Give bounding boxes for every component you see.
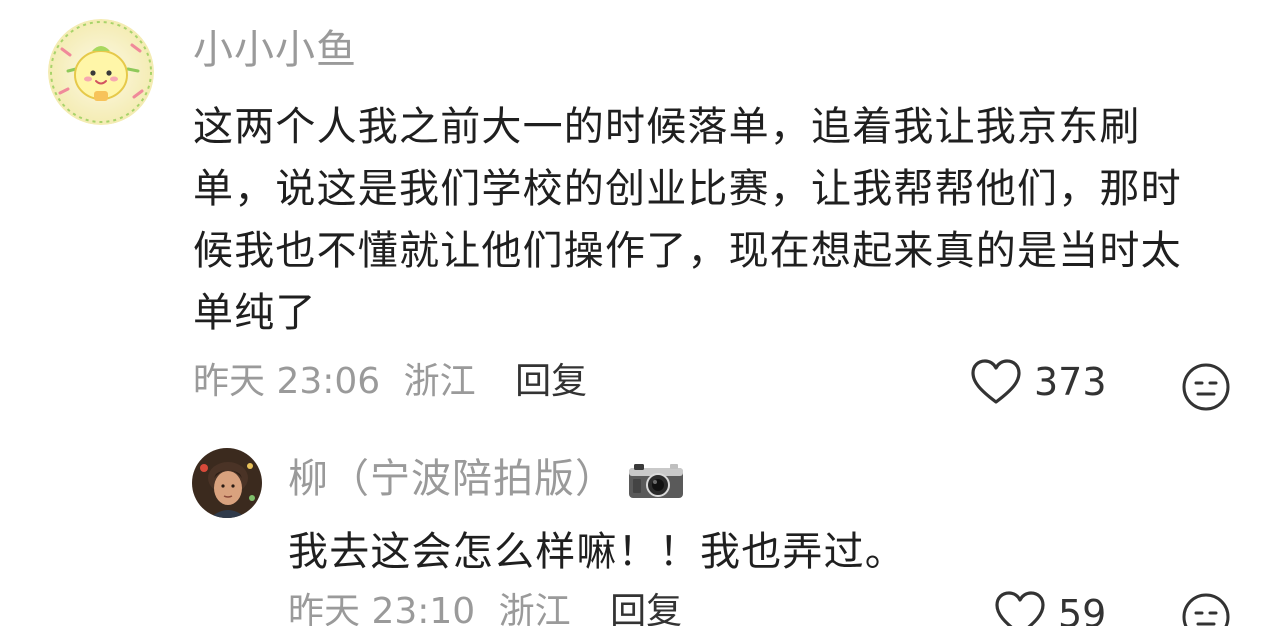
- reply-button[interactable]: 回复: [515, 361, 587, 402]
- heart-icon[interactable]: [970, 358, 1022, 406]
- comment-line: 单纯了: [193, 290, 317, 336]
- reply-meta: 昨天 23:10 浙江 回复: [288, 590, 682, 626]
- comment-line: 候我也不懂就让他们操作了，现在想起来真的是当时太: [193, 228, 1182, 274]
- comment-location: 浙江: [403, 361, 476, 402]
- meh-face-icon[interactable]: [1181, 592, 1231, 626]
- meh-face-icon[interactable]: [1181, 362, 1231, 412]
- reply-body: 我去这会怎么样嘛！！我也弄过。: [288, 529, 906, 575]
- comment-line: 单，说这是我们学校的创业比赛，让我帮帮他们，那时: [193, 166, 1182, 212]
- reply-location: 浙江: [498, 591, 571, 626]
- reply-time: 昨天 23:10: [288, 591, 476, 626]
- reply-username[interactable]: 柳（宁波陪拍版）: [288, 455, 616, 503]
- comment-body: 这两个人我之前大一的时候落单，追着我让我京东刷 单，说这是我们学校的创业比赛，让…: [193, 96, 1223, 344]
- like-button[interactable]: 373: [970, 358, 1107, 406]
- comment-time: 昨天 23:06: [193, 361, 381, 402]
- heart-icon[interactable]: [994, 590, 1046, 626]
- avatar[interactable]: [48, 19, 154, 125]
- reply-like-button[interactable]: 59: [994, 590, 1106, 626]
- reply-reply-button[interactable]: 回复: [610, 591, 682, 626]
- comment-thread: 小小小鱼 这两个人我之前大一的时候落单，追着我让我京东刷 单，说这是我们学校的创…: [0, 0, 1280, 626]
- comment-username[interactable]: 小小小鱼: [193, 26, 357, 74]
- comment-line: 这两个人我之前大一的时候落单，追着我让我京东刷: [193, 104, 1141, 150]
- camera-icon: [629, 464, 683, 498]
- like-count: 373: [1034, 360, 1107, 404]
- reply-avatar[interactable]: [192, 448, 262, 518]
- comment-meta: 昨天 23:06 浙江 回复: [193, 360, 587, 404]
- reply-like-count: 59: [1058, 592, 1107, 626]
